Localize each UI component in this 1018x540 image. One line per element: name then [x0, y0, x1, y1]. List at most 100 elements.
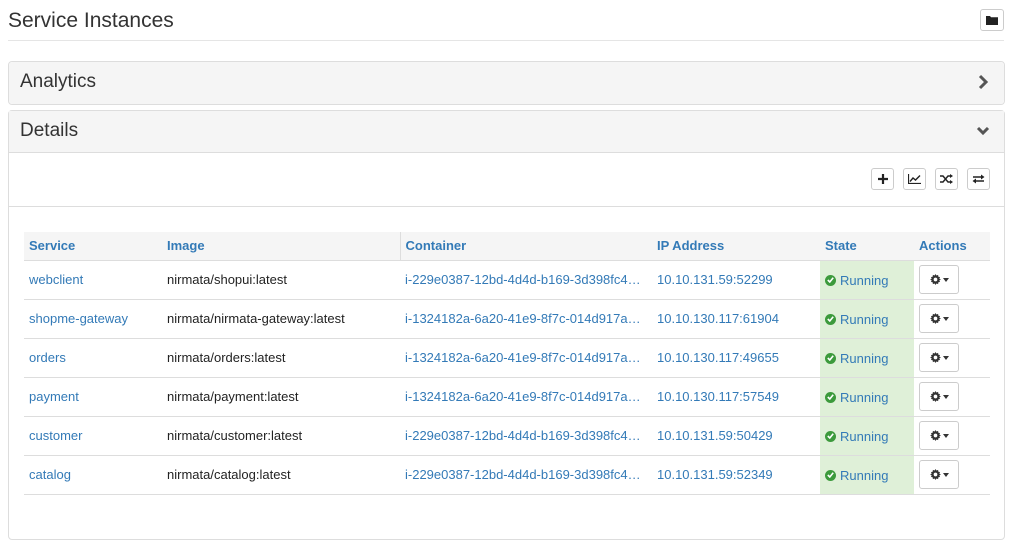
ip-address-link[interactable]: 10.10.131.59:52299: [652, 260, 820, 300]
chevron-down-icon: [942, 316, 949, 321]
toolbar-divider: [9, 206, 1004, 207]
state-text: Running: [840, 272, 889, 288]
col-ip-address[interactable]: IP Address: [652, 232, 820, 261]
row-actions-button[interactable]: [919, 460, 959, 489]
col-container[interactable]: Container: [399, 232, 652, 261]
service-name[interactable]: webclient: [29, 272, 83, 287]
state-badge: Running: [825, 273, 888, 288]
line-chart-icon: [908, 174, 921, 184]
row-actions-button[interactable]: [919, 421, 959, 450]
shuffle-button[interactable]: [935, 168, 958, 190]
container-id[interactable]: i-229e0387-12bd-4d4d-b169-3d398fc4d…: [405, 428, 648, 443]
details-panel-heading[interactable]: Details: [9, 111, 1004, 153]
ip-address[interactable]: 10.10.131.59:52299: [657, 272, 773, 287]
col-image[interactable]: Image: [162, 232, 400, 261]
col-service[interactable]: Service: [24, 232, 162, 261]
container-id[interactable]: i-1324182a-6a20-41e9-8f7c-014d917a0…: [405, 389, 648, 404]
state-text: Running: [840, 428, 889, 444]
service-name[interactable]: catalog: [29, 467, 71, 482]
container-link[interactable]: i-1324182a-6a20-41e9-8f7c-014d917a0…: [400, 377, 652, 417]
service-link[interactable]: payment: [24, 377, 162, 417]
state-text: Running: [840, 389, 889, 405]
details-title: Details: [20, 120, 79, 141]
state-badge: Running: [825, 468, 888, 483]
analytics-panel-heading[interactable]: Analytics: [9, 62, 1004, 104]
plus-icon: [877, 174, 888, 184]
container-link[interactable]: i-229e0387-12bd-4d4d-b169-3d398fc4d…: [400, 416, 652, 456]
service-name[interactable]: customer: [29, 428, 82, 443]
ip-address-link[interactable]: 10.10.130.117:57549: [652, 377, 820, 417]
folder-button[interactable]: [980, 9, 1004, 31]
folder-icon: [986, 16, 998, 25]
image-name: nirmata/customer:latest: [167, 428, 303, 443]
chart-button[interactable]: [903, 168, 926, 190]
chevron-down-icon: [942, 394, 949, 399]
chevron-down-icon[interactable]: [976, 123, 990, 139]
check-circle-icon: [825, 430, 836, 442]
gear-icon: [929, 313, 941, 324]
col-actions: Actions: [914, 232, 990, 261]
service-link[interactable]: shopme-gateway: [24, 299, 162, 339]
container-id[interactable]: i-1324182a-6a20-41e9-8f7c-014d917a0…: [405, 350, 648, 365]
image-cell: nirmata/nirmata-gateway:latest: [162, 299, 400, 339]
state-badge: Running: [825, 390, 888, 405]
image-cell: nirmata/payment:latest: [162, 377, 400, 417]
table-row: webclient nirmata/shopui:latest i-229e03…: [24, 260, 990, 300]
row-actions-button[interactable]: [919, 265, 959, 294]
state-cell: Running: [820, 377, 914, 417]
image-name: nirmata/catalog:latest: [167, 467, 291, 482]
ip-address-link[interactable]: 10.10.131.59:50429: [652, 416, 820, 456]
service-name[interactable]: orders: [29, 350, 66, 365]
check-circle-icon: [825, 391, 836, 403]
container-link[interactable]: i-1324182a-6a20-41e9-8f7c-014d917a0…: [400, 299, 652, 339]
container-link[interactable]: i-229e0387-12bd-4d4d-b169-3d398fc4d…: [400, 260, 652, 300]
ip-address-link[interactable]: 10.10.130.117:49655: [652, 338, 820, 378]
ip-address[interactable]: 10.10.130.117:49655: [657, 350, 779, 365]
service-name[interactable]: payment: [29, 389, 79, 404]
service-link[interactable]: customer: [24, 416, 162, 456]
row-actions-button[interactable]: [919, 382, 959, 411]
container-id[interactable]: i-229e0387-12bd-4d4d-b169-3d398fc4d…: [405, 467, 648, 482]
page-header: Service Instances: [8, 0, 1004, 41]
chevron-right-icon[interactable]: [976, 74, 990, 90]
analytics-title: Analytics: [20, 71, 97, 92]
actions-cell: [914, 416, 990, 456]
chevron-down-icon: [942, 355, 949, 360]
gear-icon: [929, 352, 941, 363]
ip-address-link[interactable]: 10.10.131.59:52349: [652, 455, 820, 495]
row-actions-button[interactable]: [919, 343, 959, 372]
state-text: Running: [840, 467, 889, 483]
ip-address-link[interactable]: 10.10.130.117:61904: [652, 299, 820, 339]
state-badge: Running: [825, 429, 888, 444]
actions-cell: [914, 260, 990, 300]
chevron-down-icon: [942, 277, 949, 282]
analytics-panel: Analytics: [8, 61, 1005, 105]
state-cell: Running: [820, 338, 914, 378]
table-row: customer nirmata/customer:latest i-229e0…: [24, 416, 990, 456]
ip-address[interactable]: 10.10.130.117:57549: [657, 389, 779, 404]
service-link[interactable]: orders: [24, 338, 162, 378]
table-row: orders nirmata/orders:latest i-1324182a-…: [24, 338, 990, 378]
image-cell: nirmata/customer:latest: [162, 416, 400, 456]
ip-address[interactable]: 10.10.130.117:61904: [657, 311, 779, 326]
container-id[interactable]: i-1324182a-6a20-41e9-8f7c-014d917a0…: [405, 311, 648, 326]
ip-address[interactable]: 10.10.131.59:50429: [657, 428, 773, 443]
container-link[interactable]: i-1324182a-6a20-41e9-8f7c-014d917a0…: [400, 338, 652, 378]
image-cell: nirmata/catalog:latest: [162, 455, 400, 495]
instances-table: Service Image Container IP Address State…: [24, 232, 990, 495]
container-id[interactable]: i-229e0387-12bd-4d4d-b169-3d398fc4d…: [405, 272, 648, 287]
check-circle-icon: [825, 352, 836, 364]
state-text: Running: [840, 350, 889, 366]
swap-button[interactable]: [967, 168, 990, 190]
service-link[interactable]: webclient: [24, 260, 162, 300]
service-link[interactable]: catalog: [24, 455, 162, 495]
col-state[interactable]: State: [820, 232, 914, 261]
row-actions-button[interactable]: [919, 304, 959, 333]
state-cell: Running: [820, 416, 914, 456]
gear-icon: [929, 274, 941, 285]
container-link[interactable]: i-229e0387-12bd-4d4d-b169-3d398fc4d…: [400, 455, 652, 495]
service-name[interactable]: shopme-gateway: [29, 311, 128, 326]
table-row: payment nirmata/payment:latest i-1324182…: [24, 377, 990, 417]
add-button[interactable]: [871, 168, 894, 190]
ip-address[interactable]: 10.10.131.59:52349: [657, 467, 773, 482]
